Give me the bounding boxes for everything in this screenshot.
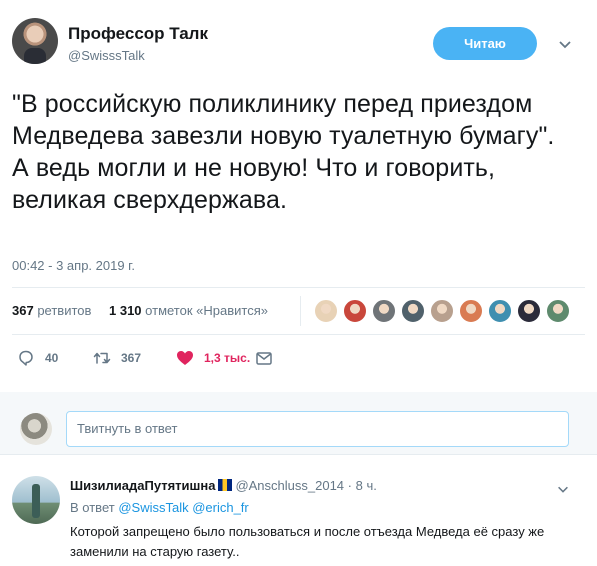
reply-to-label: В ответ [70,500,115,515]
reply-icon [19,350,33,366]
chevron-down-icon[interactable] [557,36,573,52]
tweet-text: "В российскую поликлинику перед приездом… [12,90,555,214]
reply-header: ШизилиадаПутятишна @Anschluss_2014 · 8 ч. [70,478,377,493]
divider [12,287,585,288]
liker-avatar[interactable] [343,299,367,323]
retweet-stat-count: 367 [12,303,34,318]
author-handle[interactable]: @SwisssTalk [68,48,145,63]
reply-tweet[interactable]: ШизилиадаПутятишна @Anschluss_2014 · 8 ч.… [0,462,597,566]
like-stat[interactable]: 1 310 отметок «Нравится» [109,303,268,318]
reply-context: В ответ @SwissTalk @erich_fr [70,500,249,515]
liker-avatar[interactable] [401,299,425,323]
like-stat-label: отметок «Нравится» [145,303,268,318]
retweet-count: 367 [121,351,142,365]
direct-message-action[interactable] [254,346,274,370]
stats-separator [300,296,301,326]
liker-avatar[interactable] [430,299,454,323]
retweet-stat[interactable]: 367 ретвитов [12,303,91,318]
divider [12,334,585,335]
like-action[interactable]: 1,3 тыс. [175,346,250,370]
liker-avatar[interactable] [517,299,541,323]
reply-time[interactable]: 8 ч. [356,478,377,493]
liker-avatar[interactable] [459,299,483,323]
retweet-icon [93,352,111,364]
tweet-actions: 40 367 1,3 тыс. [12,346,312,370]
liker-avatar[interactable] [314,299,338,323]
like-stat-count: 1 310 [109,303,142,318]
retweet-action[interactable]: 367 [92,346,141,370]
author-name[interactable]: Профессор Талк [68,24,208,44]
current-user-avatar [20,413,52,445]
liker-avatar[interactable] [488,299,512,323]
envelope-icon [256,352,272,365]
reply-author-avatar[interactable] [12,476,60,524]
flag-icon [218,479,233,491]
reply-text: Которой запрещено было пользоваться и по… [70,524,545,559]
tweet-stats: 367 ретвитов 1 310 отметок «Нравится» [12,296,585,326]
chevron-down-icon[interactable] [556,482,570,496]
reply-action[interactable]: 40 [16,346,58,370]
liker-avatar[interactable] [372,299,396,323]
reply-author-handle[interactable]: @Anschluss_2014 [235,478,344,493]
reply-count: 40 [45,351,59,365]
following-button[interactable]: Читаю [433,27,537,60]
tweet-timestamp[interactable]: 00:42 - 3 апр. 2019 г. [12,258,135,273]
divider [0,454,597,455]
heart-icon [177,351,193,365]
separator-dot: · [347,478,353,493]
reply-input[interactable]: Твитнуть в ответ [66,411,569,447]
retweet-stat-label: ретвитов [37,303,92,318]
tweet-header: Профессор Талк @SwisssTalk Читаю [12,18,585,70]
reply-author-name[interactable]: ШизилиадаПутятишна [70,478,215,493]
like-count: 1,3 тыс. [204,351,251,365]
author-avatar[interactable] [12,18,58,64]
reply-compose-area: Твитнуть в ответ [0,392,597,454]
reply-to-users[interactable]: @SwissTalk @erich_fr [118,500,248,515]
liker-avatar[interactable] [546,299,570,323]
